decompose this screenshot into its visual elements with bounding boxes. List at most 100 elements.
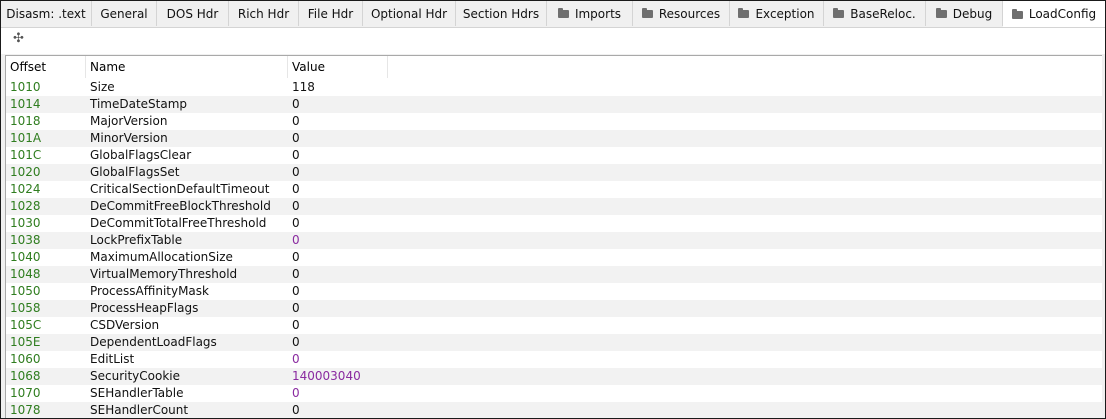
table-row[interactable]: 101A MinorVersion 0 — [6, 130, 1102, 147]
folder-icon — [1011, 8, 1023, 19]
loadconfig-table: Offset Name Value 1010 Size 118 1014 TimeDat… — [5, 55, 1102, 418]
name-cell: ProcessHeapFlags — [90, 301, 199, 315]
pe-viewer-window: Disasm: .text General DOS Hdr Rich Hdr F… — [0, 0, 1106, 419]
table-row[interactable]: 1010 Size 118 — [6, 79, 1102, 96]
tab-label: Optional Hdr — [370, 6, 448, 21]
table-row[interactable]: 1040 MaximumAllocationSize 0 — [6, 249, 1102, 266]
name-cell: GlobalFlagsClear — [90, 148, 192, 162]
name-cell: CriticalSectionDefaultTimeout — [90, 182, 270, 196]
table-row[interactable]: 1060 EditList 0 — [6, 351, 1102, 368]
toolbar: ✣ — [1, 28, 1105, 54]
value-cell: 0 — [292, 216, 300, 230]
name-cell: LockPrefixTable — [90, 233, 183, 247]
table-row[interactable]: 1078 SEHandlerCount 0 — [6, 402, 1102, 418]
tab-label: DOS Hdr — [166, 6, 219, 21]
folder-icon — [738, 8, 750, 18]
name-cell: DeCommitFreeBlockThreshold — [90, 199, 271, 213]
column-header-offset[interactable]: Offset — [6, 56, 86, 78]
value-cell: 0 — [292, 199, 300, 213]
name-cell: GlobalFlagsSet — [90, 165, 180, 179]
folder-icon — [935, 8, 947, 18]
tab-loadconfig[interactable]: LoadConfig — [1003, 1, 1105, 27]
offset-cell: 1040 — [10, 250, 41, 264]
table-row[interactable]: 1028 DeCommitFreeBlockThreshold 0 — [6, 198, 1102, 215]
tab-exception[interactable]: Exception — [730, 1, 824, 26]
offset-cell: 1060 — [10, 352, 41, 366]
table-row[interactable]: 1024 CriticalSectionDefaultTimeout 0 — [6, 181, 1102, 198]
tab-basereloc[interactable]: BaseReloc. — [824, 1, 926, 26]
value-cell: 118 — [292, 80, 315, 94]
column-header-name[interactable]: Name — [86, 56, 288, 78]
table-row[interactable]: 1050 ProcessAffinityMask 0 — [6, 283, 1102, 300]
value-cell: 0 — [292, 182, 300, 196]
tab-label: Imports — [574, 6, 622, 21]
tab-dos-hdr[interactable]: DOS Hdr — [157, 1, 229, 26]
value-cell: 0 — [292, 284, 300, 298]
table-row[interactable]: 1030 DeCommitTotalFreeThreshold 0 — [6, 215, 1102, 232]
table-row[interactable]: 1068 SecurityCookie 140003040 — [6, 368, 1102, 385]
tab-label: Rich Hdr — [237, 6, 290, 21]
tab-label: Debug — [952, 6, 993, 21]
value-cell: 0 — [292, 148, 300, 162]
offset-cell: 105E — [10, 335, 41, 349]
tab-resources[interactable]: Resources — [633, 1, 730, 26]
table-row[interactable]: 1048 VirtualMemoryThreshold 0 — [6, 266, 1102, 283]
name-cell: EditList — [90, 352, 135, 366]
tab-label: Exception — [755, 6, 815, 21]
folder-icon — [833, 8, 845, 18]
tab-label: Disasm: .text — [6, 6, 86, 21]
table-row[interactable]: 1070 SEHandlerTable 0 — [6, 385, 1102, 402]
table-body: 1010 Size 118 1014 TimeDateStamp 0 1018 MajorVe… — [6, 79, 1102, 418]
value-cell: 0 — [292, 335, 300, 349]
table-row[interactable]: 105C CSDVersion 0 — [6, 317, 1102, 334]
table-row[interactable]: 1018 MajorVersion 0 — [6, 113, 1102, 130]
name-cell: MaximumAllocationSize — [90, 250, 233, 264]
value-cell: 0 — [292, 267, 300, 281]
name-cell: Size — [90, 80, 115, 94]
tab-disasm-text[interactable]: Disasm: .text — [1, 1, 92, 26]
name-cell: SEHandlerCount — [90, 403, 189, 417]
tab-label: LoadConfig — [1028, 7, 1097, 21]
tab-general[interactable]: General — [92, 1, 157, 26]
offset-cell: 1068 — [10, 369, 41, 383]
tab-debug[interactable]: Debug — [926, 1, 1003, 26]
table-row[interactable]: 1014 TimeDateStamp 0 — [6, 96, 1102, 113]
offset-cell: 105C — [10, 318, 42, 332]
offset-cell: 1010 — [10, 80, 41, 94]
tab-rich-hdr[interactable]: Rich Hdr — [229, 1, 299, 26]
value-cell: 0 — [292, 352, 300, 366]
offset-cell: 1070 — [10, 386, 41, 400]
tab-label: File Hdr — [307, 6, 354, 21]
name-cell: ProcessAffinityMask — [90, 284, 209, 298]
offset-cell: 1024 — [10, 182, 41, 196]
offset-cell: 1018 — [10, 114, 41, 128]
table-row[interactable]: 101C GlobalFlagsClear 0 — [6, 147, 1102, 164]
table-row[interactable]: 1038 LockPrefixTable 0 — [6, 232, 1102, 249]
offset-cell: 101C — [10, 148, 42, 162]
column-header-value[interactable]: Value — [288, 56, 388, 78]
tab-section-hdrs[interactable]: Section Hdrs — [456, 1, 547, 26]
folder-icon — [641, 8, 653, 18]
value-cell: 0 — [292, 97, 300, 111]
value-cell: 0 — [292, 318, 300, 332]
offset-cell: 1038 — [10, 233, 41, 247]
value-cell: 0 — [292, 165, 300, 179]
value-cell: 0 — [292, 114, 300, 128]
table-row[interactable]: 1058 ProcessHeapFlags 0 — [6, 300, 1102, 317]
tab-imports[interactable]: Imports — [547, 1, 633, 26]
move-icon[interactable]: ✣ — [13, 31, 24, 47]
table-row[interactable]: 1020 GlobalFlagsSet 0 — [6, 164, 1102, 181]
table-row[interactable]: 105E DependentLoadFlags 0 — [6, 334, 1102, 351]
value-cell: 140003040 — [292, 369, 361, 383]
value-cell: 0 — [292, 301, 300, 315]
offset-cell: 1028 — [10, 199, 41, 213]
table-header: Offset Name Value — [6, 56, 1102, 78]
tab-bar: Disasm: .text General DOS Hdr Rich Hdr F… — [1, 1, 1105, 28]
value-cell: 0 — [292, 250, 300, 264]
tab-file-hdr[interactable]: File Hdr — [299, 1, 363, 26]
offset-cell: 1050 — [10, 284, 41, 298]
tab-optional-hdr[interactable]: Optional Hdr — [363, 1, 456, 26]
name-cell: DependentLoadFlags — [90, 335, 217, 349]
offset-cell: 101A — [10, 131, 42, 145]
value-cell: 0 — [292, 233, 300, 247]
